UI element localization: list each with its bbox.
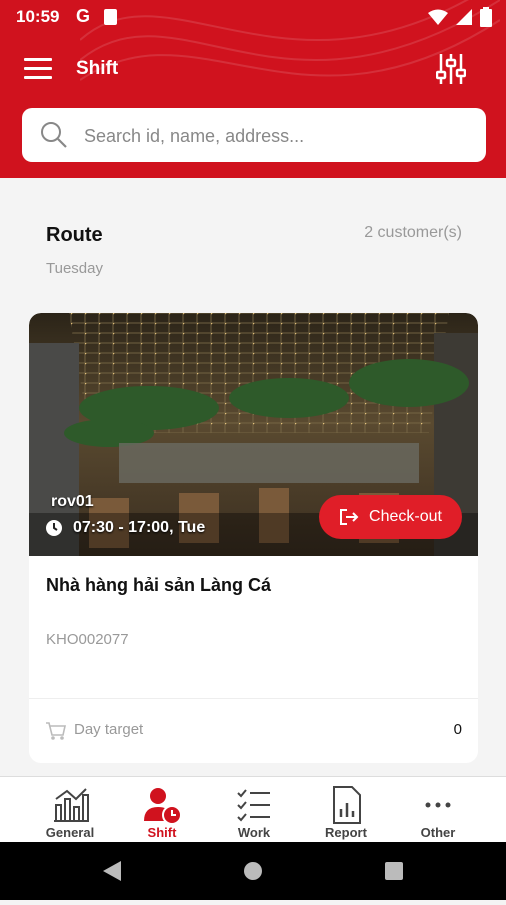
battery-icon bbox=[480, 7, 492, 27]
nav-work[interactable]: Work bbox=[208, 777, 300, 843]
checkout-label: Check-out bbox=[369, 508, 442, 525]
customer-photo: rov01 07:30 - 17:00, Tue Check-out bbox=[29, 313, 478, 556]
system-navigation-bar bbox=[0, 842, 506, 900]
visit-time-label: 07:30 - 17:00, Tue bbox=[73, 519, 206, 536]
home-icon[interactable] bbox=[244, 862, 262, 880]
bottom-navigation: General Shift Work Report Other bbox=[0, 776, 506, 843]
status-bar: 10:59 G bbox=[0, 0, 506, 34]
cart-icon bbox=[46, 722, 66, 740]
search-input[interactable] bbox=[82, 118, 476, 154]
recents-icon[interactable] bbox=[385, 862, 403, 880]
search-icon bbox=[41, 122, 67, 148]
route-title: Route bbox=[46, 224, 103, 246]
chart-icon bbox=[54, 788, 89, 822]
day-target-value: 0 bbox=[453, 721, 462, 738]
report-icon bbox=[333, 786, 361, 824]
nav-shift-label: Shift bbox=[147, 825, 177, 840]
nav-work-label: Work bbox=[237, 825, 271, 840]
google-icon: G bbox=[76, 6, 91, 26]
signal-icon bbox=[456, 9, 472, 25]
toolbar: Shift bbox=[0, 44, 506, 96]
route-day: Tuesday bbox=[46, 260, 103, 277]
menu-button[interactable] bbox=[24, 58, 52, 82]
main-content: Route 2 customer(s) Tuesday rov01 07:30 … bbox=[0, 178, 506, 776]
user-clock-icon bbox=[144, 788, 182, 825]
nav-shift[interactable]: Shift bbox=[116, 777, 208, 843]
sim-icon bbox=[104, 9, 117, 25]
wifi-icon bbox=[428, 9, 448, 25]
logout-icon bbox=[340, 509, 359, 525]
more-icon bbox=[425, 802, 451, 808]
status-icons bbox=[428, 7, 492, 27]
route-tag: rov01 bbox=[51, 493, 94, 510]
card-divider bbox=[29, 698, 478, 699]
nav-other[interactable]: Other bbox=[392, 777, 484, 843]
customer-count: 2 customer(s) bbox=[364, 224, 462, 241]
nav-report-label: Report bbox=[325, 825, 367, 840]
nav-general[interactable]: General bbox=[24, 777, 116, 843]
nav-general-label: General bbox=[45, 825, 95, 840]
app-header: 10:59 G Shift bbox=[0, 0, 506, 178]
customer-card[interactable]: rov01 07:30 - 17:00, Tue Check-out Nhà h… bbox=[29, 313, 478, 763]
back-icon[interactable] bbox=[103, 861, 121, 881]
search-bar[interactable] bbox=[22, 108, 486, 162]
customer-code: KHO002077 bbox=[46, 631, 129, 648]
status-time: 10:59 bbox=[16, 7, 60, 26]
visit-time: 07:30 - 17:00, Tue bbox=[45, 519, 205, 537]
day-target-label: Day target bbox=[74, 721, 144, 738]
customer-name: Nhà hàng hải sản Làng Cá bbox=[46, 575, 272, 595]
page-title: Shift bbox=[76, 58, 119, 79]
checkout-button[interactable]: Check-out bbox=[319, 495, 462, 539]
nav-other-label: Other bbox=[420, 825, 456, 840]
filter-icon[interactable] bbox=[436, 52, 466, 86]
nav-report[interactable]: Report bbox=[300, 777, 392, 843]
checklist-icon bbox=[237, 789, 270, 822]
clock-icon bbox=[46, 520, 62, 536]
